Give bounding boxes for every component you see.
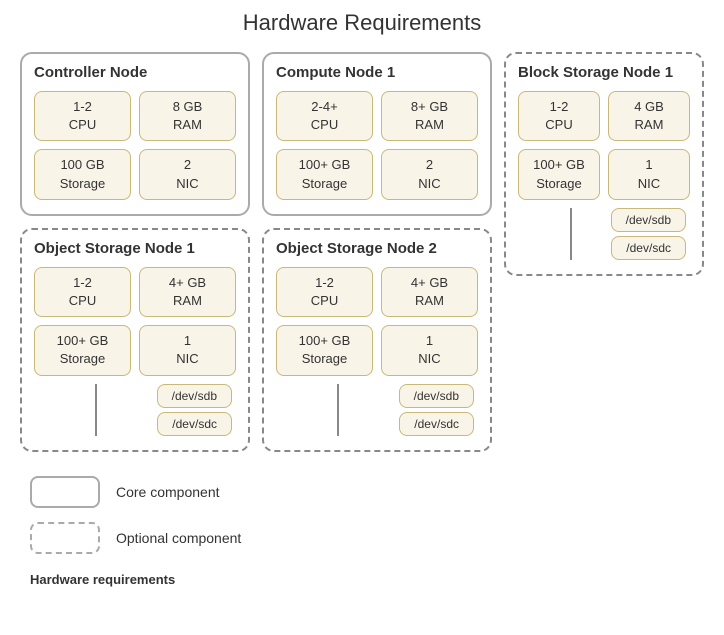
object1-specs: 1-2CPU 4+ GBRAM 100+ GBStorage 1NIC bbox=[34, 267, 236, 376]
block-node: Block Storage Node 1 1-2CPU 4 GBRAM 100+… bbox=[504, 52, 704, 276]
spec-item: 100+ GBStorage bbox=[518, 149, 600, 199]
object2-specs: 1-2CPU 4+ GBRAM 100+ GBStorage 1NIC bbox=[276, 267, 478, 376]
spec-item: 1NIC bbox=[139, 325, 236, 375]
object1-devtags: /dev/sdb /dev/sdc bbox=[34, 384, 236, 436]
block-node-title: Block Storage Node 1 bbox=[518, 64, 690, 81]
controller-node: Controller Node 1-2CPU 8 GBRAM 100 GBSto… bbox=[20, 52, 250, 216]
spec-item: 100+ GBStorage bbox=[276, 149, 373, 199]
block-specs: 1-2CPU 4 GBRAM 100+ GBStorage 1NIC bbox=[518, 91, 690, 200]
dev-tag: /dev/sdb bbox=[399, 384, 474, 408]
left-column: Controller Node 1-2CPU 8 GBRAM 100 GBSto… bbox=[20, 52, 492, 452]
spec-item: 100 GBStorage bbox=[34, 149, 131, 199]
spec-item: 1-2CPU bbox=[34, 267, 131, 317]
spec-item: 100+ GBStorage bbox=[34, 325, 131, 375]
spec-item: 1-2CPU bbox=[518, 91, 600, 141]
legend-core-label: Core component bbox=[116, 484, 220, 500]
dev-tag: /dev/sdc bbox=[611, 236, 686, 260]
spec-item: 2-4+CPU bbox=[276, 91, 373, 141]
spec-item: 4+ GBRAM bbox=[381, 267, 478, 317]
spec-item: 8+ GBRAM bbox=[381, 91, 478, 141]
top-row: Controller Node 1-2CPU 8 GBRAM 100 GBSto… bbox=[20, 52, 492, 216]
legend-optional-box bbox=[30, 522, 100, 554]
dev-tag: /dev/sdb bbox=[611, 208, 686, 232]
spec-item: 2NIC bbox=[139, 149, 236, 199]
bottom-row: Object Storage Node 1 1-2CPU 4+ GBRAM 10… bbox=[20, 228, 492, 452]
spec-item: 100+ GBStorage bbox=[276, 325, 373, 375]
spec-item: 1NIC bbox=[381, 325, 478, 375]
spec-item: 4+ GBRAM bbox=[139, 267, 236, 317]
spec-item: 1-2CPU bbox=[34, 91, 131, 141]
spec-item: 1NIC bbox=[608, 149, 690, 199]
object2-node: Object Storage Node 2 1-2CPU 4+ GBRAM 10… bbox=[262, 228, 492, 452]
compute-node: Compute Node 1 2-4+CPU 8+ GBRAM 100+ GBS… bbox=[262, 52, 492, 216]
dev-tag: /dev/sdc bbox=[399, 412, 474, 436]
legend-area: Core component Optional component bbox=[10, 476, 714, 554]
footer-note: Hardware requirements bbox=[10, 572, 714, 587]
legend-core: Core component bbox=[30, 476, 694, 508]
right-column: Block Storage Node 1 1-2CPU 4 GBRAM 100+… bbox=[504, 52, 704, 452]
controller-node-title: Controller Node bbox=[34, 64, 236, 81]
compute-specs: 2-4+CPU 8+ GBRAM 100+ GBStorage 2NIC bbox=[276, 91, 478, 200]
object2-node-title: Object Storage Node 2 bbox=[276, 240, 478, 257]
dev-tag: /dev/sdc bbox=[157, 412, 232, 436]
legend-core-box bbox=[30, 476, 100, 508]
spec-item: 4 GBRAM bbox=[608, 91, 690, 141]
spec-item: 1-2CPU bbox=[276, 267, 373, 317]
page-title: Hardware Requirements bbox=[10, 10, 714, 36]
legend-optional-label: Optional component bbox=[116, 530, 241, 546]
spec-item: 8 GBRAM bbox=[139, 91, 236, 141]
spec-item: 2NIC bbox=[381, 149, 478, 199]
compute-node-title: Compute Node 1 bbox=[276, 64, 478, 81]
object1-node-title: Object Storage Node 1 bbox=[34, 240, 236, 257]
object1-node: Object Storage Node 1 1-2CPU 4+ GBRAM 10… bbox=[20, 228, 250, 452]
legend-optional: Optional component bbox=[30, 522, 694, 554]
dev-tag: /dev/sdb bbox=[157, 384, 232, 408]
object2-devtags: /dev/sdb /dev/sdc bbox=[276, 384, 478, 436]
controller-specs: 1-2CPU 8 GBRAM 100 GBStorage 2NIC bbox=[34, 91, 236, 200]
block-devtags: /dev/sdb /dev/sdc bbox=[518, 208, 690, 260]
diagram-area: Controller Node 1-2CPU 8 GBRAM 100 GBSto… bbox=[10, 52, 714, 452]
